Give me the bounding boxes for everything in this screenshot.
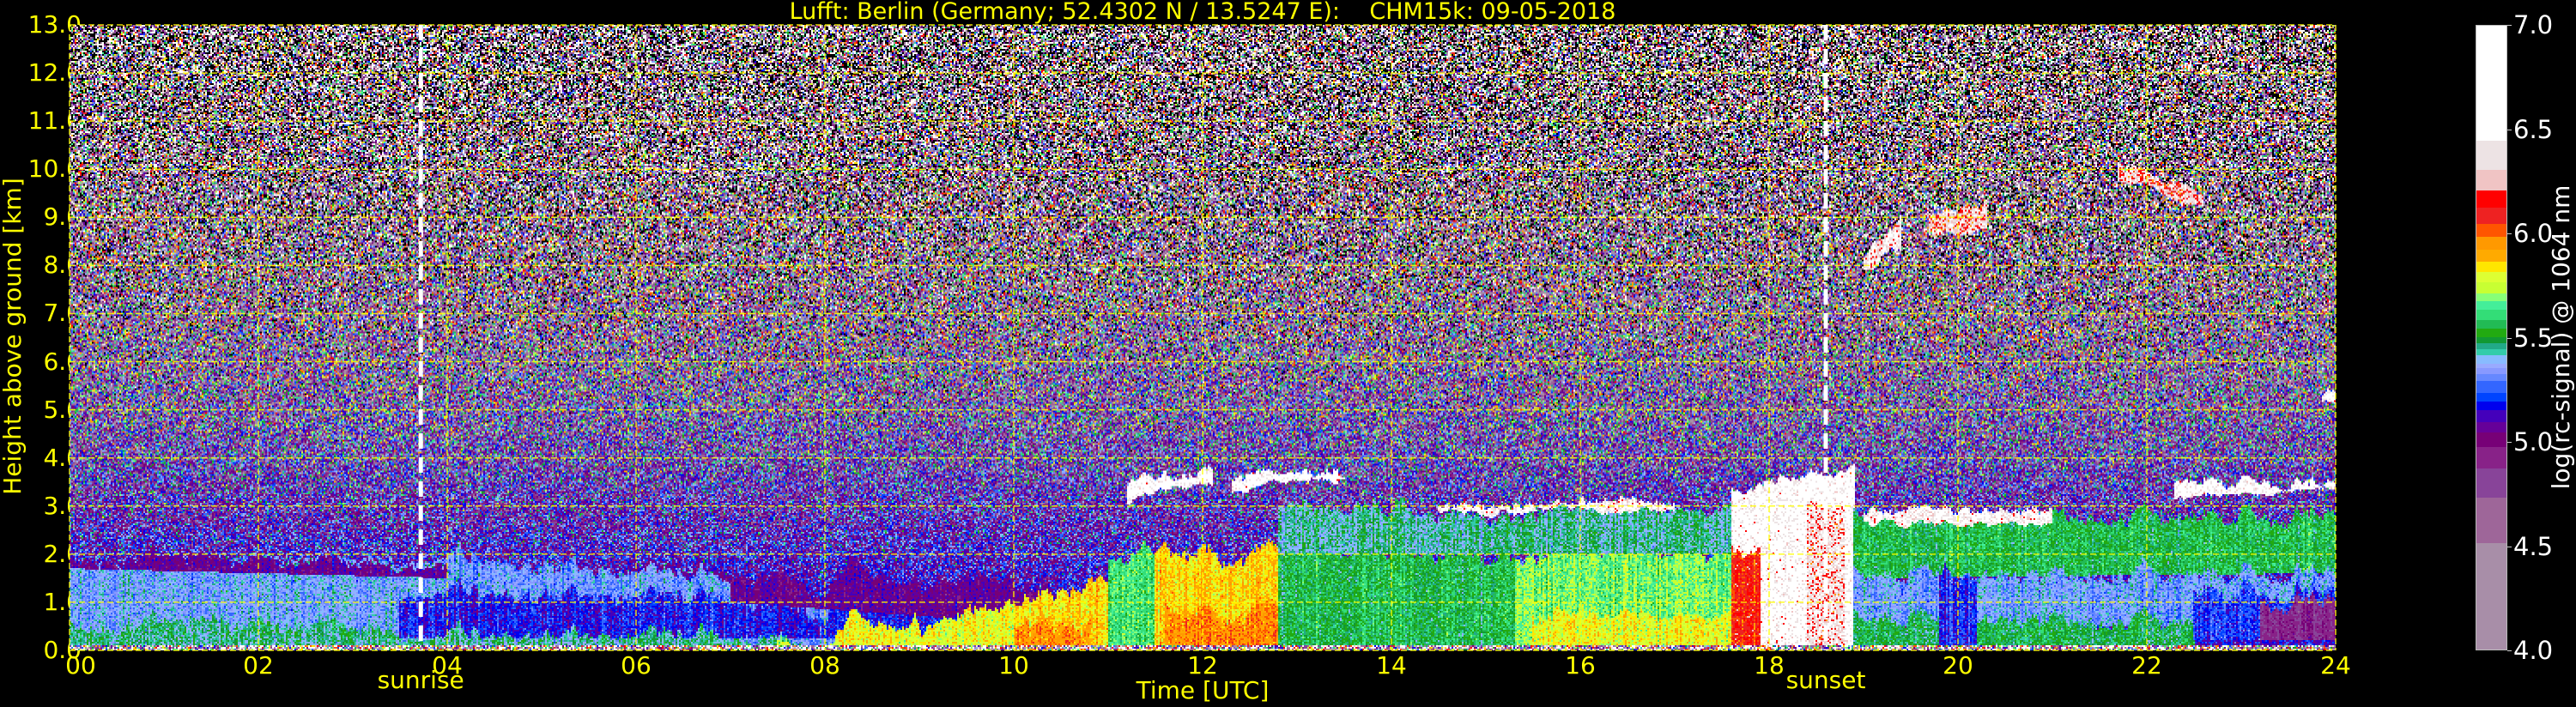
colorbar-segment <box>2476 342 2506 350</box>
colorbar-segment <box>2476 223 2506 237</box>
x-tick-label: 02 <box>243 651 274 680</box>
sunrise-label: sunrise <box>377 666 464 694</box>
colorbar-segment <box>2476 380 2506 394</box>
colorbar-segment <box>2476 336 2506 343</box>
x-tick-label: 12 <box>1187 651 1218 680</box>
colorbar-segment <box>2476 354 2506 365</box>
sunset-label: sunset <box>1785 666 1866 694</box>
x-tick-label: 08 <box>809 651 840 680</box>
colorbar-tick-label: 6.5 <box>2513 114 2554 144</box>
plot-area <box>69 24 2337 651</box>
colorbar-tick-label: 7.0 <box>2513 10 2554 39</box>
colorbar-tick-label: 4.0 <box>2513 636 2554 665</box>
colorbar-segment <box>2476 401 2506 410</box>
x-tick-label: 10 <box>998 651 1029 680</box>
x-tick-label: 18 <box>1754 651 1785 680</box>
colorbar-segment <box>2476 249 2506 263</box>
colorbar-segment <box>2476 207 2506 225</box>
colorbar-segment <box>2476 421 2506 433</box>
x-tick-label: 14 <box>1376 651 1407 680</box>
colorbar-segment <box>2476 348 2506 356</box>
x-axis-label: Time [UTC] <box>1136 676 1270 704</box>
colorbar-segment <box>2476 409 2506 423</box>
colorbar-segment <box>2476 140 2506 171</box>
colorbar-segment <box>2476 432 2506 448</box>
colorbar-segment <box>2476 446 2506 468</box>
x-tick-label: 22 <box>2131 651 2162 680</box>
colorbar-segment <box>2476 271 2506 283</box>
colorbar-tick <box>2507 337 2512 339</box>
colorbar-tick <box>2507 650 2512 651</box>
chart-title: Lufft: Berlin (Germany; 52.4302 N / 13.5… <box>789 0 1616 25</box>
colorbar-segment <box>2476 367 2506 375</box>
colorbar-segment <box>2476 261 2506 273</box>
colorbar-segment <box>2476 300 2506 310</box>
colorbar-segment <box>2476 26 2506 142</box>
x-tick-label: 20 <box>1943 651 1973 680</box>
colorbar-segment <box>2476 373 2506 381</box>
x-tick-label: 16 <box>1565 651 1596 680</box>
colorbar-segment <box>2476 392 2506 402</box>
colorbar-tick <box>2507 25 2512 26</box>
colorbar-segment <box>2476 328 2506 337</box>
colorbar-segment <box>2476 497 2506 544</box>
x-tick-label: 06 <box>621 651 652 680</box>
colorbar-tick <box>2507 442 2512 443</box>
colorbar-segment <box>2476 363 2506 369</box>
plot-overlay <box>69 24 2337 651</box>
colorbar-segment <box>2476 190 2506 208</box>
colorbar <box>2476 25 2507 650</box>
colorbar-label: log(rc-signal) @ 1064 nm <box>2547 184 2575 490</box>
colorbar-segment <box>2476 281 2506 293</box>
colorbar-tick-label: 4.5 <box>2513 531 2554 561</box>
colorbar-segment <box>2476 309 2506 321</box>
colorbar-tick <box>2507 233 2512 234</box>
colorbar-segment <box>2476 319 2506 329</box>
colorbar-segment <box>2476 236 2506 250</box>
x-tick-label: 24 <box>2320 651 2351 680</box>
colorbar-segment <box>2476 293 2506 302</box>
colorbar-segment <box>2476 542 2506 650</box>
colorbar-segment <box>2476 169 2506 191</box>
y-axis-label: Height above ground [km] <box>0 178 27 495</box>
colorbar-segment <box>2476 468 2506 498</box>
